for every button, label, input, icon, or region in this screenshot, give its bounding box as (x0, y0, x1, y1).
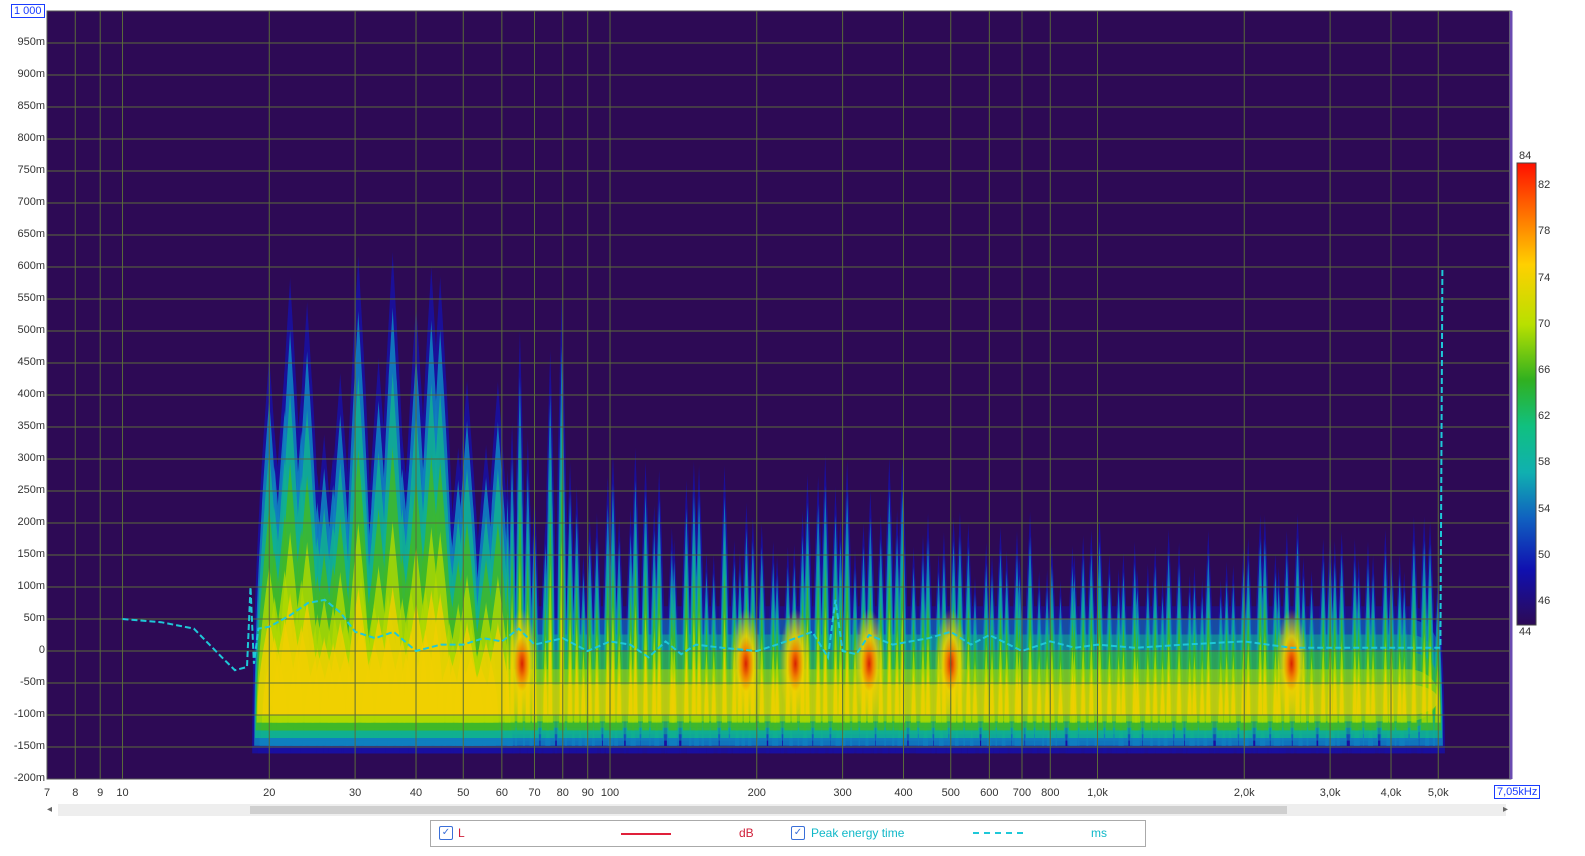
colorbar-tick-label: 82 (1538, 179, 1551, 192)
y-top-label[interactable]: 1 000 (11, 4, 45, 18)
y-tick-label: -100m (13, 708, 45, 720)
x-tick-label: 500 (941, 787, 960, 799)
colorbar-tick-label: 54 (1538, 502, 1551, 515)
x-tick-label: 60 (495, 787, 508, 799)
peak-line-swatch (973, 832, 1023, 834)
y-tick-label: 450m (17, 356, 45, 368)
y-tick-label: 350m (17, 420, 45, 432)
scroll-thumb[interactable] (250, 806, 1287, 814)
x-tick-label: 50 (457, 787, 470, 799)
y-tick-label: -150m (13, 740, 45, 752)
peak-unit-label: ms (1091, 826, 1107, 840)
horizontal-scrollbar[interactable] (58, 804, 1506, 816)
y-tick-label: 550m (17, 292, 45, 304)
legend-bar: ✓ L dB ✓ Peak energy time ms (430, 820, 1146, 847)
y-tick-label: 250m (17, 484, 45, 496)
l-checkbox[interactable]: ✓ (439, 826, 453, 840)
x-tick-label: 400 (894, 787, 913, 799)
y-tick-label: 0 (38, 644, 45, 656)
x-tick-label: 200 (747, 787, 766, 799)
peak-series-label: Peak energy time (811, 826, 905, 840)
colorbar-tick-label: 50 (1538, 548, 1551, 561)
x-tick-label: 10 (116, 787, 129, 799)
colorbar-tick-label: 84 (1519, 150, 1532, 162)
heat-hotspot (779, 608, 812, 719)
y-tick-label: 800m (17, 132, 45, 144)
x-tick-label: 600 (980, 787, 999, 799)
y-tick-label: 600m (17, 260, 45, 272)
x-tick-label: 30 (348, 787, 362, 799)
colorbar-tick-label: 46 (1538, 594, 1551, 607)
x-tick-label: 4,0k (1380, 787, 1402, 799)
x-tick-label: 3,0k (1319, 787, 1341, 799)
l-line-swatch (621, 833, 671, 835)
x-tick-label: 100 (600, 787, 620, 799)
x-tick-label: 300 (833, 787, 852, 799)
y-tick-label: 100m (17, 580, 45, 592)
colorbar-tick-label: 58 (1538, 456, 1551, 469)
scroll-left-arrow[interactable]: ◂ (47, 804, 52, 815)
x-tick-label: 40 (409, 787, 423, 799)
y-tick-label: 300m (17, 452, 45, 464)
heat-hotspot (853, 608, 886, 719)
colorbar-tick-label: 62 (1538, 410, 1551, 423)
x-tick-label: 80 (556, 787, 569, 799)
y-tick-label: 500m (17, 324, 45, 336)
y-tick-label: 400m (17, 388, 45, 400)
x-end-label[interactable]: 7,05kHz (1494, 785, 1541, 799)
y-tick-label: 650m (17, 228, 45, 240)
colorbar-tick-label: 66 (1538, 363, 1551, 376)
y-tick-label: 850m (17, 100, 45, 112)
x-tick-label: 9 (97, 787, 104, 799)
x-tick-label: 90 (581, 787, 594, 799)
x-tick-label: 20 (263, 787, 276, 799)
y-tick-label: 700m (17, 196, 45, 208)
x-tick-label: 70 (528, 787, 541, 799)
peak-checkbox[interactable]: ✓ (791, 826, 805, 840)
y-tick-label: 750m (17, 164, 45, 176)
y-tick-label: 200m (17, 516, 45, 528)
colorbar-tick-label: 70 (1538, 317, 1551, 330)
x-tick-label: 5,0k (1427, 787, 1449, 799)
colorbar-tick-label: 44 (1519, 626, 1532, 638)
waterfall-plot[interactable] (0, 0, 1585, 856)
y-tick-label: 950m (17, 36, 45, 48)
l-unit-label: dB (739, 826, 754, 840)
x-tick-label: 2,0k (1233, 787, 1255, 799)
x-tick-label: 7 (43, 787, 51, 799)
scroll-right-arrow[interactable]: ▸ (1503, 804, 1508, 815)
x-tick-label: 800 (1041, 787, 1060, 799)
heat-band (269, 684, 1439, 715)
colorbar-tick-label: 74 (1538, 271, 1551, 284)
heat-hotspot (506, 608, 539, 719)
x-tick-label: 700 (1012, 787, 1032, 799)
y-tick-label: -200m (13, 772, 45, 784)
y-tick-label: 50m (23, 612, 45, 624)
x-tick-label: 8 (72, 787, 79, 799)
x-tick-label: 1,0k (1087, 787, 1108, 799)
y-tick-label: 900m (17, 68, 45, 80)
colorbar (1516, 162, 1537, 626)
heat-hotspot (1275, 608, 1308, 719)
colorbar-tick-label: 78 (1538, 225, 1551, 238)
y-tick-label: -50m (19, 676, 45, 688)
y-tick-label: 150m (17, 548, 45, 560)
l-series-label: L (458, 826, 465, 840)
